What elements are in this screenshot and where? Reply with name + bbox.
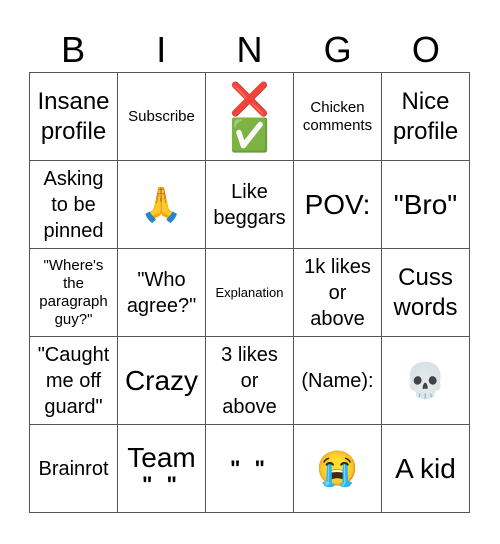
bingo-cell-g5[interactable]: 😭 bbox=[294, 425, 382, 513]
cell-text: POV: bbox=[304, 188, 371, 220]
bingo-cell-i3[interactable]: "Who agree?" bbox=[118, 249, 206, 337]
cell-text: Team bbox=[127, 441, 196, 473]
cell-text: Asking to be pinned bbox=[43, 167, 104, 242]
bingo-card: Insane profile Subscribe ❌ ✅ Chicken com… bbox=[29, 72, 470, 513]
bingo-header: B I N G O bbox=[29, 28, 470, 72]
cell-text: (Name): bbox=[301, 369, 374, 392]
bingo-cell-o4[interactable]: 💀 bbox=[382, 337, 470, 425]
bingo-cell-n4[interactable]: 3 likes or above bbox=[206, 337, 294, 425]
header-letter-n: N bbox=[236, 29, 263, 70]
bingo-cell-i1[interactable]: Subscribe bbox=[118, 73, 206, 161]
bingo-cell-i4[interactable]: Crazy bbox=[118, 337, 206, 425]
bingo-cell-i5[interactable]: Team " " bbox=[118, 425, 206, 513]
bingo-cell-b4[interactable]: "Caught me off guard" bbox=[30, 337, 118, 425]
bingo-cell-g1[interactable]: Chicken comments bbox=[294, 73, 382, 161]
cell-text: Brainrot bbox=[38, 457, 109, 480]
bingo-cell-n2[interactable]: Like beggars bbox=[206, 161, 294, 249]
loudly-crying-face-icon: 😭 bbox=[316, 449, 359, 488]
bingo-cell-b2[interactable]: Asking to be pinned bbox=[30, 161, 118, 249]
bingo-cell-n1[interactable]: ❌ ✅ bbox=[206, 73, 294, 161]
bingo-cell-g4[interactable]: (Name): bbox=[294, 337, 382, 425]
praying-hands-icon: 🙏 bbox=[140, 185, 183, 224]
cell-text: "Bro" bbox=[393, 188, 458, 220]
cell-text: "Who agree?" bbox=[126, 268, 197, 317]
skull-icon: 💀 bbox=[404, 361, 447, 400]
cell-text: A kid bbox=[395, 452, 456, 484]
cell-text: Chicken comments bbox=[302, 98, 373, 134]
cell-text: " " bbox=[230, 455, 269, 481]
cell-text: 1k likes or above bbox=[304, 255, 371, 330]
bingo-cell-i2[interactable]: 🙏 bbox=[118, 161, 206, 249]
header-letter-b: B bbox=[61, 29, 86, 70]
bingo-cell-g3[interactable]: 1k likes or above bbox=[294, 249, 382, 337]
bingo-cell-o2[interactable]: "Bro" bbox=[382, 161, 470, 249]
cell-text: "Caught me off guard" bbox=[37, 343, 110, 418]
bingo-cell-b1[interactable]: Insane profile bbox=[30, 73, 118, 161]
cell-text: Like beggars bbox=[213, 180, 286, 229]
team-cell-content: Team " " bbox=[127, 442, 195, 496]
cell-text: Insane profile bbox=[37, 87, 110, 145]
header-letter-o: O bbox=[411, 29, 440, 70]
bingo-cell-b5[interactable]: Brainrot bbox=[30, 425, 118, 513]
bingo-cell-n5[interactable]: " " bbox=[206, 425, 294, 513]
cell-text: Crazy bbox=[124, 364, 199, 396]
cell-text: 3 likes or above bbox=[221, 343, 278, 418]
bingo-cell-n3[interactable]: Explanation bbox=[206, 249, 294, 337]
cross-check-emoji-icon: ❌ ✅ bbox=[229, 80, 270, 153]
bingo-cell-o3[interactable]: Cuss words bbox=[382, 249, 470, 337]
bingo-cell-g2[interactable]: POV: bbox=[294, 161, 382, 249]
bingo-cell-o5[interactable]: A kid bbox=[382, 425, 470, 513]
bingo-cell-o1[interactable]: Nice profile bbox=[382, 73, 470, 161]
bingo-cell-b3[interactable]: "Where's the paragraph guy?" bbox=[30, 249, 118, 337]
cell-text: Nice profile bbox=[392, 87, 459, 145]
cell-text: Explanation bbox=[215, 284, 284, 300]
cell-text: Cuss words bbox=[393, 263, 458, 321]
header-letter-i: I bbox=[156, 29, 167, 70]
cell-text: "Where's the paragraph guy?" bbox=[39, 256, 108, 328]
header-letter-g: G bbox=[323, 29, 352, 70]
cell-text-quotes: " " bbox=[142, 471, 181, 497]
cell-text: Subscribe bbox=[128, 107, 195, 125]
